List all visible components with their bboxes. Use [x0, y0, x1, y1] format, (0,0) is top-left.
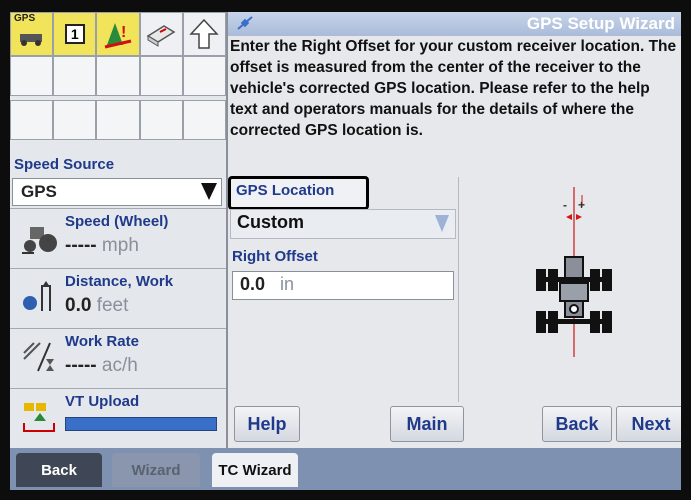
tab-back[interactable]: Back — [16, 453, 102, 487]
wizard-title: GPS Setup Wizard — [526, 14, 675, 33]
work-rate-label: Work Rate — [65, 333, 139, 350]
warning-icon[interactable]: ! — [96, 12, 140, 56]
gps-status-icon[interactable]: GPS — [10, 12, 54, 56]
next-button[interactable]: Next — [616, 406, 681, 442]
vt-upload-metric[interactable]: VT Upload — [10, 388, 226, 445]
svg-text:!: ! — [121, 24, 126, 41]
chevron-down-icon — [435, 215, 449, 232]
distance-label: Distance, Work — [65, 273, 174, 290]
arrow-up-icon[interactable] — [182, 12, 227, 56]
dropdown-arrow-icon — [201, 183, 217, 200]
left-panel: GPS 1 ! Speed Source GPS Speed (Wheel) -… — [10, 12, 228, 448]
main-button[interactable]: Main — [390, 406, 464, 442]
bottom-tab-bar: Back Wizard TC Wizard — [10, 448, 681, 490]
speed-unit: mph — [101, 235, 139, 256]
display-screen: GPS 1 ! Speed Source GPS Speed (Wheel) -… — [10, 12, 681, 490]
speed-source-select[interactable]: GPS — [12, 178, 222, 206]
work-rate-readout: ----- ac/h — [65, 355, 138, 377]
vt-upload-progress-bar — [65, 417, 217, 431]
hourglass-icon — [23, 342, 54, 372]
vehicle-diagram: - + — [536, 187, 612, 357]
offset-arrow-right-icon — [576, 214, 582, 220]
panel-divider — [458, 177, 459, 402]
empty-slot-row-2 — [10, 100, 227, 140]
gps-location-select[interactable]: Custom — [230, 209, 456, 239]
status-icon-row: GPS 1 ! — [10, 12, 227, 56]
distance-unit: feet — [96, 295, 129, 316]
speed-metric[interactable]: Speed (Wheel) ----- mph — [10, 208, 226, 265]
speed-value: ----- — [65, 235, 97, 256]
gps-setup-wizard-panel: GPS Setup Wizard Enter the Right Offset … — [228, 12, 681, 448]
offset-arrow-left-icon — [566, 214, 572, 220]
gps-location-label: GPS Location — [236, 182, 335, 199]
right-offset-label: Right Offset — [232, 248, 318, 265]
right-offset-input[interactable]: 0.0 in — [232, 271, 454, 300]
work-rate-value: ----- — [65, 355, 97, 376]
book-icon[interactable] — [139, 12, 183, 56]
tab-tc-wizard[interactable]: TC Wizard — [212, 453, 298, 487]
right-offset-unit: in — [280, 274, 295, 294]
tractor-icon — [22, 227, 57, 254]
speed-source-value: GPS — [21, 182, 57, 201]
satellite-icon — [237, 16, 253, 30]
speed-label: Speed (Wheel) — [65, 213, 169, 230]
upload-icon — [23, 403, 55, 432]
wizard-instructions: Enter the Right Offset for your custom r… — [230, 38, 677, 139]
implement-slot-number: 1 — [64, 24, 85, 44]
gps-location-value: Custom — [237, 212, 304, 232]
tab-wizard[interactable]: Wizard — [112, 453, 200, 487]
empty-slot-row-1 — [10, 56, 227, 96]
work-rate-unit: ac/h — [101, 355, 138, 376]
distance-value: 0.0 — [65, 295, 92, 316]
vt-upload-label: VT Upload — [65, 393, 140, 410]
distance-icon — [23, 281, 51, 311]
work-rate-metric[interactable]: Work Rate ----- ac/h — [10, 328, 226, 385]
svg-text:+: + — [578, 198, 585, 212]
help-button[interactable]: Help — [234, 406, 300, 442]
distance-readout: 0.0 feet — [65, 295, 128, 317]
implement-slot-icon[interactable]: 1 — [53, 12, 97, 56]
distance-metric[interactable]: Distance, Work 0.0 feet — [10, 268, 226, 325]
right-offset-value: 0.0 — [240, 274, 266, 294]
svg-text:-: - — [563, 198, 567, 212]
speed-readout: ----- mph — [65, 235, 139, 257]
gps-location-label-box: GPS Location — [228, 176, 369, 210]
gps-status-text: GPS — [14, 13, 36, 24]
speed-source-label: Speed Source — [14, 156, 115, 173]
back-button[interactable]: Back — [542, 406, 612, 442]
wizard-title-bar: GPS Setup Wizard — [228, 12, 681, 36]
